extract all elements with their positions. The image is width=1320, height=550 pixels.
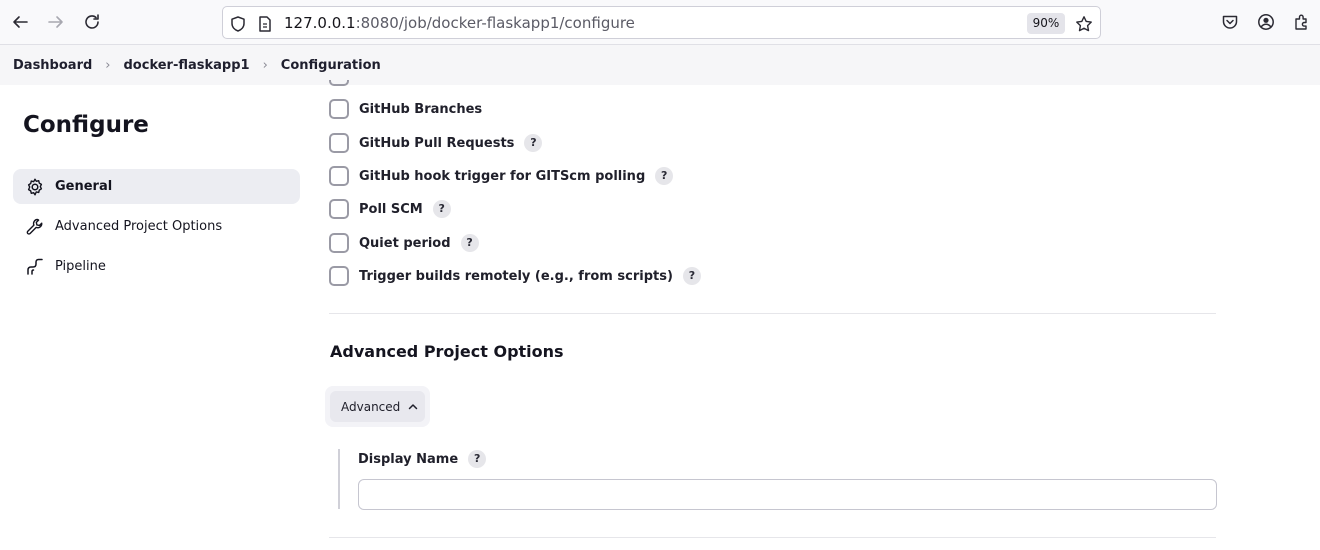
- chevron-right-icon: ›: [105, 57, 111, 73]
- breadcrumb-job[interactable]: docker-flaskapp1: [124, 58, 250, 73]
- checkbox-label[interactable]: GitHub Branches: [359, 102, 482, 117]
- display-name-input[interactable]: [358, 479, 1217, 510]
- section-title-advanced-project-options: Advanced Project Options: [330, 342, 564, 361]
- url-host: 127.0.0.1: [284, 14, 356, 32]
- checkbox[interactable]: [329, 166, 349, 186]
- page-icon[interactable]: [256, 15, 274, 33]
- sidebar-item-general[interactable]: General: [13, 169, 300, 204]
- page-title: Configure: [23, 112, 149, 138]
- forward-arrow-icon: [48, 16, 63, 28]
- help-icon[interactable]: ?: [682, 267, 701, 285]
- nested-section-indicator: [338, 449, 340, 509]
- breadcrumb-configuration[interactable]: Configuration: [281, 58, 381, 73]
- checkbox-label[interactable]: Quiet period: [359, 236, 451, 251]
- breadcrumb-dashboard[interactable]: Dashboard: [13, 58, 92, 73]
- wrench-icon: [25, 217, 45, 237]
- sidebar-item-advanced-project-options[interactable]: Advanced Project Options: [13, 209, 300, 244]
- trigger-github-hook[interactable]: GitHub hook trigger for GITScm polling ?: [329, 165, 674, 187]
- shield-icon[interactable]: [229, 15, 247, 33]
- account-icon[interactable]: [1257, 13, 1275, 31]
- gear-icon: [25, 177, 45, 197]
- help-icon[interactable]: ?: [655, 167, 674, 185]
- help-icon[interactable]: ?: [460, 234, 479, 252]
- url-text[interactable]: 127.0.0.1:8080/job/docker-flaskapp1/conf…: [284, 14, 635, 32]
- pipeline-icon: [25, 257, 45, 277]
- trigger-github-pull-requests[interactable]: GitHub Pull Requests ?: [329, 132, 543, 154]
- chevron-right-icon: ›: [262, 57, 268, 73]
- advanced-button-wrapper: Advanced: [325, 386, 430, 427]
- zoom-level-badge[interactable]: 90%: [1027, 13, 1065, 34]
- display-name-label: Display Name: [358, 451, 459, 467]
- trigger-quiet-period[interactable]: Quiet period ?: [329, 232, 479, 254]
- checkbox[interactable]: [329, 99, 349, 119]
- sidebar-item-label: Advanced Project Options: [55, 219, 223, 234]
- checkbox-label[interactable]: Poll SCM: [359, 202, 423, 217]
- checkbox-label[interactable]: Trigger builds remotely (e.g., from scri…: [359, 269, 673, 284]
- trigger-poll-scm[interactable]: Poll SCM ?: [329, 198, 451, 220]
- sidebar-item-label: Pipeline: [55, 259, 106, 274]
- sidebar-item-label: General: [55, 179, 113, 194]
- bookmark-star-icon[interactable]: [1075, 15, 1093, 33]
- sidebar-item-pipeline[interactable]: Pipeline: [13, 249, 300, 284]
- checkbox-label[interactable]: GitHub Pull Requests: [359, 136, 514, 151]
- url-path: :8080/job/docker-flaskapp1/configure: [355, 14, 635, 32]
- checkbox[interactable]: [329, 133, 349, 153]
- help-icon[interactable]: ?: [468, 450, 487, 468]
- trigger-builds-remotely[interactable]: Trigger builds remotely (e.g., from scri…: [329, 265, 701, 287]
- section-divider: [329, 537, 1216, 538]
- reload-icon: [85, 14, 99, 29]
- advanced-button[interactable]: Advanced: [330, 391, 425, 422]
- forward-button[interactable]: [45, 11, 67, 33]
- breadcrumb: Dashboard › docker-flaskapp1 › Configura…: [0, 45, 1320, 85]
- help-icon[interactable]: ?: [432, 200, 451, 218]
- advanced-button-label: Advanced: [341, 399, 401, 414]
- extensions-icon[interactable]: [1293, 13, 1311, 31]
- checkbox-partial[interactable]: [329, 80, 349, 86]
- reload-button[interactable]: [81, 11, 103, 33]
- display-name-label-row: Display Name ?: [358, 449, 487, 469]
- chevron-up-icon: [408, 403, 418, 411]
- checkbox[interactable]: [329, 266, 349, 286]
- help-icon[interactable]: ?: [524, 134, 543, 152]
- browser-toolbar: 127.0.0.1:8080/job/docker-flaskapp1/conf…: [0, 0, 1320, 45]
- back-button[interactable]: [9, 11, 31, 33]
- checkbox[interactable]: [329, 199, 349, 219]
- pocket-icon[interactable]: [1221, 13, 1239, 31]
- checkbox-label[interactable]: GitHub hook trigger for GITScm polling: [359, 169, 645, 184]
- back-arrow-icon: [13, 16, 28, 28]
- section-divider: [329, 313, 1216, 314]
- checkbox[interactable]: [329, 233, 349, 253]
- trigger-github-branches[interactable]: GitHub Branches: [329, 98, 482, 120]
- address-bar[interactable]: 127.0.0.1:8080/job/docker-flaskapp1/conf…: [222, 6, 1101, 39]
